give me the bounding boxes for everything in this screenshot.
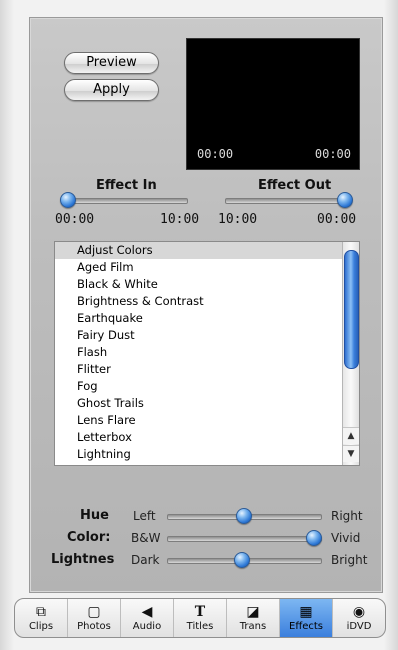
effects-list[interactable]: Adjust Colors Aged Film Black & White Br… <box>54 241 360 466</box>
scroll-down-arrow-icon[interactable]: ▼ <box>343 445 359 462</box>
effect-out-time-end: 00:00 <box>317 212 357 227</box>
photos-icon: ▢ <box>87 603 101 620</box>
list-item[interactable]: Fairy Dust <box>55 327 359 344</box>
list-item[interactable]: Earthquake <box>55 310 359 327</box>
lightness-label: Lightnes <box>51 552 115 567</box>
preview-time-left: 00:00 <box>197 147 234 161</box>
tab-label: Clips <box>28 620 54 632</box>
list-item[interactable]: Letterbox <box>55 429 359 446</box>
tab-label: Photos <box>77 620 111 632</box>
list-item[interactable]: Flash <box>55 344 359 361</box>
effects-icon: ▦ <box>299 603 313 620</box>
tab-label: Trans <box>239 620 267 632</box>
speaker-icon: ◀ <box>141 603 153 620</box>
color-label: Color: <box>67 530 111 545</box>
list-item[interactable]: Flitter <box>55 361 359 378</box>
hue-slider-knob[interactable] <box>236 508 252 524</box>
effect-preview-screen: 00:00 00:00 <box>186 38 360 170</box>
effect-in-label: Effect In <box>96 178 157 193</box>
lightness-right-label: Bright <box>331 553 368 567</box>
effect-in-time-end: 10:00 <box>160 212 200 227</box>
tab-trans[interactable]: ◪ Trans <box>227 599 280 637</box>
color-right-label: Vivid <box>331 531 361 545</box>
lightness-slider-knob[interactable] <box>234 552 250 568</box>
effect-out-label: Effect Out <box>258 178 332 193</box>
tab-photos[interactable]: ▢ Photos <box>68 599 121 637</box>
tab-label: Titles <box>186 620 214 632</box>
color-left-label: B&W <box>131 531 161 545</box>
apply-button[interactable]: Apply <box>64 79 159 101</box>
list-item[interactable]: Lens Flare <box>55 412 359 429</box>
list-item[interactable]: Black & White <box>55 276 359 293</box>
tab-idvd[interactable]: ◉ iDVD <box>333 599 385 637</box>
tab-audio[interactable]: ◀ Audio <box>121 599 174 637</box>
hue-label: Hue <box>80 508 109 523</box>
tab-label: Audio <box>132 620 162 632</box>
list-item[interactable]: Brightness & Contrast <box>55 293 359 310</box>
effect-in-slider-track[interactable] <box>62 198 188 204</box>
list-item[interactable]: Adjust Colors <box>55 242 359 259</box>
color-slider-knob[interactable] <box>306 530 322 546</box>
effect-in-time-start: 00:00 <box>55 212 95 227</box>
effect-out-slider-track[interactable] <box>225 198 351 204</box>
preview-button[interactable]: Preview <box>64 52 159 74</box>
idvd-icon: ◉ <box>352 603 366 620</box>
effect-out-slider-knob[interactable] <box>337 192 353 208</box>
tab-clips[interactable]: ⧉ Clips <box>15 599 68 637</box>
tab-effects[interactable]: ▦ Effects <box>280 599 333 637</box>
list-item[interactable]: Ghost Trails <box>55 395 359 412</box>
tab-titles[interactable]: T Titles <box>174 599 227 637</box>
list-item[interactable]: Aged Film <box>55 259 359 276</box>
hue-left-label: Left <box>133 509 156 523</box>
color-slider-track[interactable] <box>167 536 322 542</box>
lightness-left-label: Dark <box>131 553 160 567</box>
effect-out-time-start: 10:00 <box>218 212 258 227</box>
scrollbar-thumb[interactable] <box>344 250 359 369</box>
transitions-icon: ◪ <box>246 603 260 620</box>
scroll-up-arrow-icon[interactable]: ▲ <box>343 427 359 444</box>
titles-icon: T <box>194 603 206 620</box>
tab-label: Effects <box>289 620 323 632</box>
list-item[interactable]: Lightning <box>55 446 359 463</box>
pane-tab-bar: ⧉ Clips ▢ Photos ◀ Audio T Titles ◪ Tran… <box>14 598 386 638</box>
effects-list-scrollbar[interactable]: ▲ ▼ <box>342 242 359 465</box>
preview-time-right: 00:00 <box>314 147 351 161</box>
tab-label: iDVD <box>346 620 372 632</box>
hue-right-label: Right <box>331 509 363 523</box>
effect-in-slider-knob[interactable] <box>60 192 76 208</box>
clips-icon: ⧉ <box>36 603 46 620</box>
list-item[interactable]: Fog <box>55 378 359 395</box>
